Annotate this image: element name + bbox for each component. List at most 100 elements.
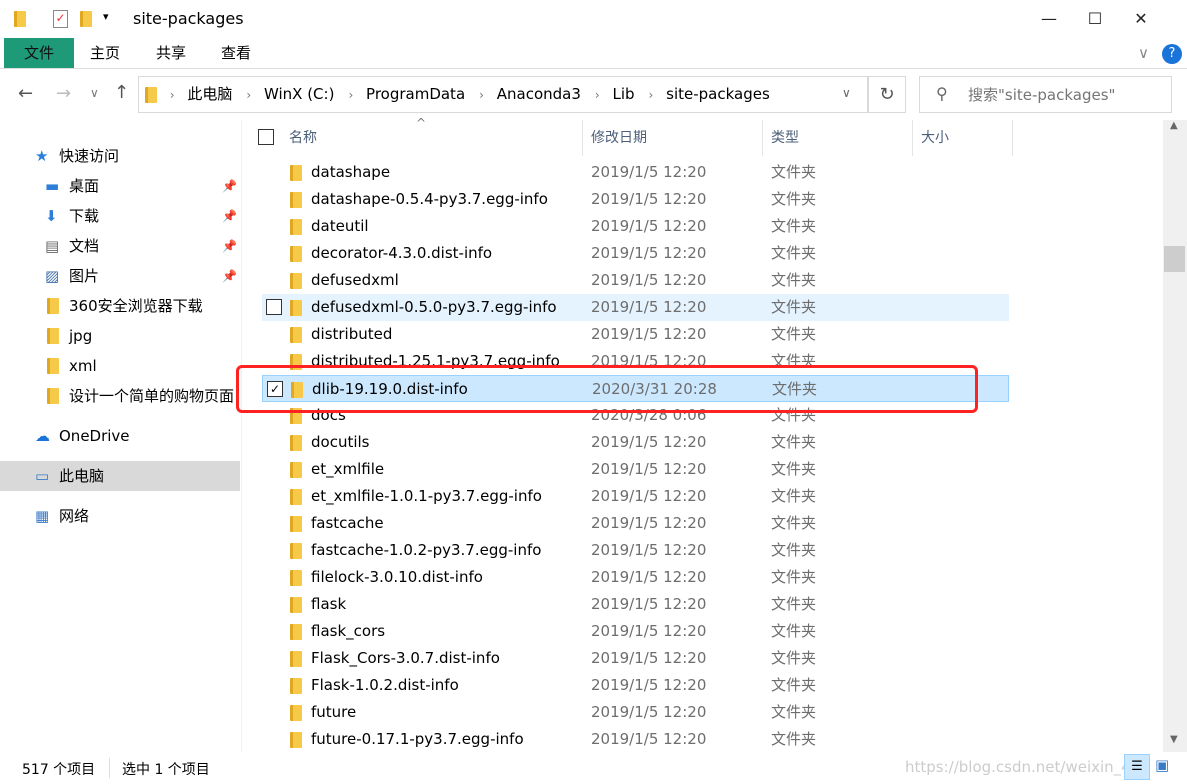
recent-locations-button[interactable]: ∨	[90, 86, 99, 100]
file-name: Flask_Cors-3.0.7.dist-info	[311, 649, 500, 667]
sidebar-item[interactable]: 设计一个简单的购物页面	[0, 381, 240, 411]
up-button[interactable]: ↑	[114, 82, 129, 103]
file-name: et_xmlfile-1.0.1-py3.7.egg-info	[311, 487, 542, 505]
file-row[interactable]: dateutil 2019/1/5 12:20 文件夹	[262, 213, 1009, 240]
sidebar-item-label: 网络	[59, 507, 90, 525]
minimize-button[interactable]: —	[1026, 0, 1072, 38]
title-bar: ✓ ▾ site-packages — ☐ ✕	[0, 0, 1187, 38]
tab-share[interactable]: 共享	[140, 38, 202, 68]
file-date: 2019/1/5 12:20	[591, 730, 707, 748]
file-date: 2019/1/5 12:20	[591, 514, 707, 532]
folder-icon	[47, 388, 59, 404]
properties-icon[interactable]: ✓	[53, 10, 68, 28]
vertical-scrollbar[interactable]: ▲ ▼	[1163, 120, 1187, 752]
sidebar-item[interactable]: ▦ 网络	[0, 501, 240, 531]
file-row[interactable]: future 2019/1/5 12:20 文件夹	[262, 699, 1009, 726]
breadcrumb-anaconda3[interactable]: Anaconda3	[497, 77, 581, 112]
file-name: flask	[311, 595, 347, 613]
file-row[interactable]: flask_cors 2019/1/5 12:20 文件夹	[262, 618, 1009, 645]
column-size[interactable]: 大小	[913, 120, 1013, 156]
file-row[interactable]: datashape-0.5.4-py3.7.egg-info 2019/1/5 1…	[262, 186, 1009, 213]
search-icon: ⚲	[936, 84, 948, 103]
file-date: 2019/1/5 12:20	[591, 676, 707, 694]
desktop-icon: ▬	[45, 177, 60, 195]
file-type: 文件夹	[771, 487, 817, 505]
file-row[interactable]: fastcache 2019/1/5 12:20 文件夹	[262, 510, 1009, 537]
new-folder-icon[interactable]	[80, 11, 92, 27]
sidebar-item[interactable]: ☁ OneDrive	[0, 421, 240, 451]
sidebar-item-label: 桌面	[69, 177, 100, 195]
file-row[interactable]: flask 2019/1/5 12:20 文件夹	[262, 591, 1009, 618]
folder-icon	[290, 300, 302, 316]
sidebar-item[interactable]: ▬ 桌面 📌	[0, 171, 240, 201]
back-button[interactable]: ←	[18, 83, 33, 104]
scroll-down-icon[interactable]: ▼	[1170, 734, 1178, 745]
file-row[interactable]: fastcache-1.0.2-py3.7.egg-info 2019/1/5 1…	[262, 537, 1009, 564]
folder-icon	[290, 246, 302, 262]
scroll-up-icon[interactable]: ▲	[1170, 120, 1178, 131]
file-type: 文件夹	[771, 541, 817, 559]
tab-home[interactable]: 主页	[74, 38, 136, 68]
refresh-button[interactable]: ↻	[868, 76, 906, 113]
folder-icon	[290, 597, 302, 613]
sidebar-item[interactable]: ▭ 此电脑	[0, 461, 240, 491]
file-date: 2019/1/5 12:20	[591, 433, 707, 451]
file-row[interactable]: et_xmlfile 2019/1/5 12:20 文件夹	[262, 456, 1009, 483]
file-date: 2019/1/5 12:20	[591, 271, 707, 289]
breadcrumb-drive[interactable]: WinX (C:)	[264, 77, 334, 112]
sidebar-item[interactable]: 360安全浏览器下载	[0, 291, 240, 321]
breadcrumb-programdata[interactable]: ProgramData	[366, 77, 465, 112]
file-row[interactable]: defusedxml 2019/1/5 12:20 文件夹	[262, 267, 1009, 294]
breadcrumb-lib[interactable]: Lib	[612, 77, 634, 112]
column-name[interactable]: 名称	[281, 120, 583, 156]
file-date: 2019/1/5 12:20	[591, 703, 707, 721]
scrollbar-thumb[interactable]	[1164, 246, 1185, 272]
breadcrumb-site-packages[interactable]: site-packages	[666, 77, 770, 112]
search-box[interactable]: ⚲	[919, 76, 1172, 113]
file-type: 文件夹	[771, 433, 817, 451]
file-row[interactable]: datashape 2019/1/5 12:20 文件夹	[262, 159, 1009, 186]
row-checkbox[interactable]	[266, 299, 282, 315]
file-row[interactable]: filelock-3.0.10.dist-info 2019/1/5 12:20 文…	[262, 564, 1009, 591]
quick-access-dropdown-icon[interactable]: ▾	[103, 10, 109, 23]
sidebar-item[interactable]: ▤ 文档 📌	[0, 231, 240, 261]
sidebar-item[interactable]: ⬇ 下载 📌	[0, 201, 240, 231]
tab-view[interactable]: 查看	[205, 38, 267, 68]
sidebar-item[interactable]: ★ 快速访问	[0, 141, 240, 171]
select-all-checkbox[interactable]	[258, 129, 274, 145]
address-dropdown-icon[interactable]: ∨	[842, 86, 851, 100]
file-row[interactable]: decorator-4.3.0.dist-info 2019/1/5 12:20 文…	[262, 240, 1009, 267]
search-input[interactable]	[968, 83, 1166, 107]
sidebar-item[interactable]: ▨ 图片 📌	[0, 261, 240, 291]
tab-file[interactable]: 文件	[4, 38, 74, 68]
sidebar-item-label: 此电脑	[59, 467, 105, 485]
help-icon[interactable]: ?	[1162, 44, 1182, 64]
address-bar[interactable]: › 此电脑 › WinX (C:) › ProgramData › Anaconda3…	[138, 76, 868, 113]
file-type: 文件夹	[771, 730, 817, 748]
file-row[interactable]: et_xmlfile-1.0.1-py3.7.egg-info 2019/1/5 …	[262, 483, 1009, 510]
folder-icon	[290, 462, 302, 478]
sidebar-item[interactable]: jpg	[0, 321, 240, 351]
folder-icon	[290, 192, 302, 208]
column-type[interactable]: 类型	[763, 120, 913, 156]
file-row[interactable]: Flask_Cors-3.0.7.dist-info 2019/1/5 12:20…	[262, 645, 1009, 672]
forward-button[interactable]: →	[56, 83, 71, 104]
file-name: future-0.17.1-py3.7.egg-info	[311, 730, 524, 748]
sidebar-item[interactable]: xml	[0, 351, 240, 381]
file-row[interactable]: docutils 2019/1/5 12:20 文件夹	[262, 429, 1009, 456]
breadcrumb-this-pc[interactable]: 此电脑	[187, 77, 232, 112]
file-row[interactable]: Flask-1.0.2.dist-info 2019/1/5 12:20 文件夹	[262, 672, 1009, 699]
file-row[interactable]: defusedxml-0.5.0-py3.7.egg-info 2019/1/5 …	[262, 294, 1009, 321]
details-view-icon[interactable]: ☰	[1124, 754, 1150, 780]
file-row[interactable]: distributed 2019/1/5 12:20 文件夹	[262, 321, 1009, 348]
collapse-ribbon-icon[interactable]: ∨	[1138, 44, 1149, 62]
maximize-button[interactable]: ☐	[1072, 0, 1118, 38]
file-date: 2019/1/5 12:20	[591, 541, 707, 559]
close-button[interactable]: ✕	[1118, 0, 1164, 38]
column-date[interactable]: 修改日期	[583, 120, 763, 156]
file-row[interactable]: future-0.17.1-py3.7.egg-info 2019/1/5 12:…	[262, 726, 1009, 753]
large-icons-view-icon[interactable]: ▣	[1155, 756, 1169, 774]
folder-icon	[290, 273, 302, 289]
folder-icon	[47, 298, 59, 314]
pin-icon: 📌	[222, 239, 237, 253]
